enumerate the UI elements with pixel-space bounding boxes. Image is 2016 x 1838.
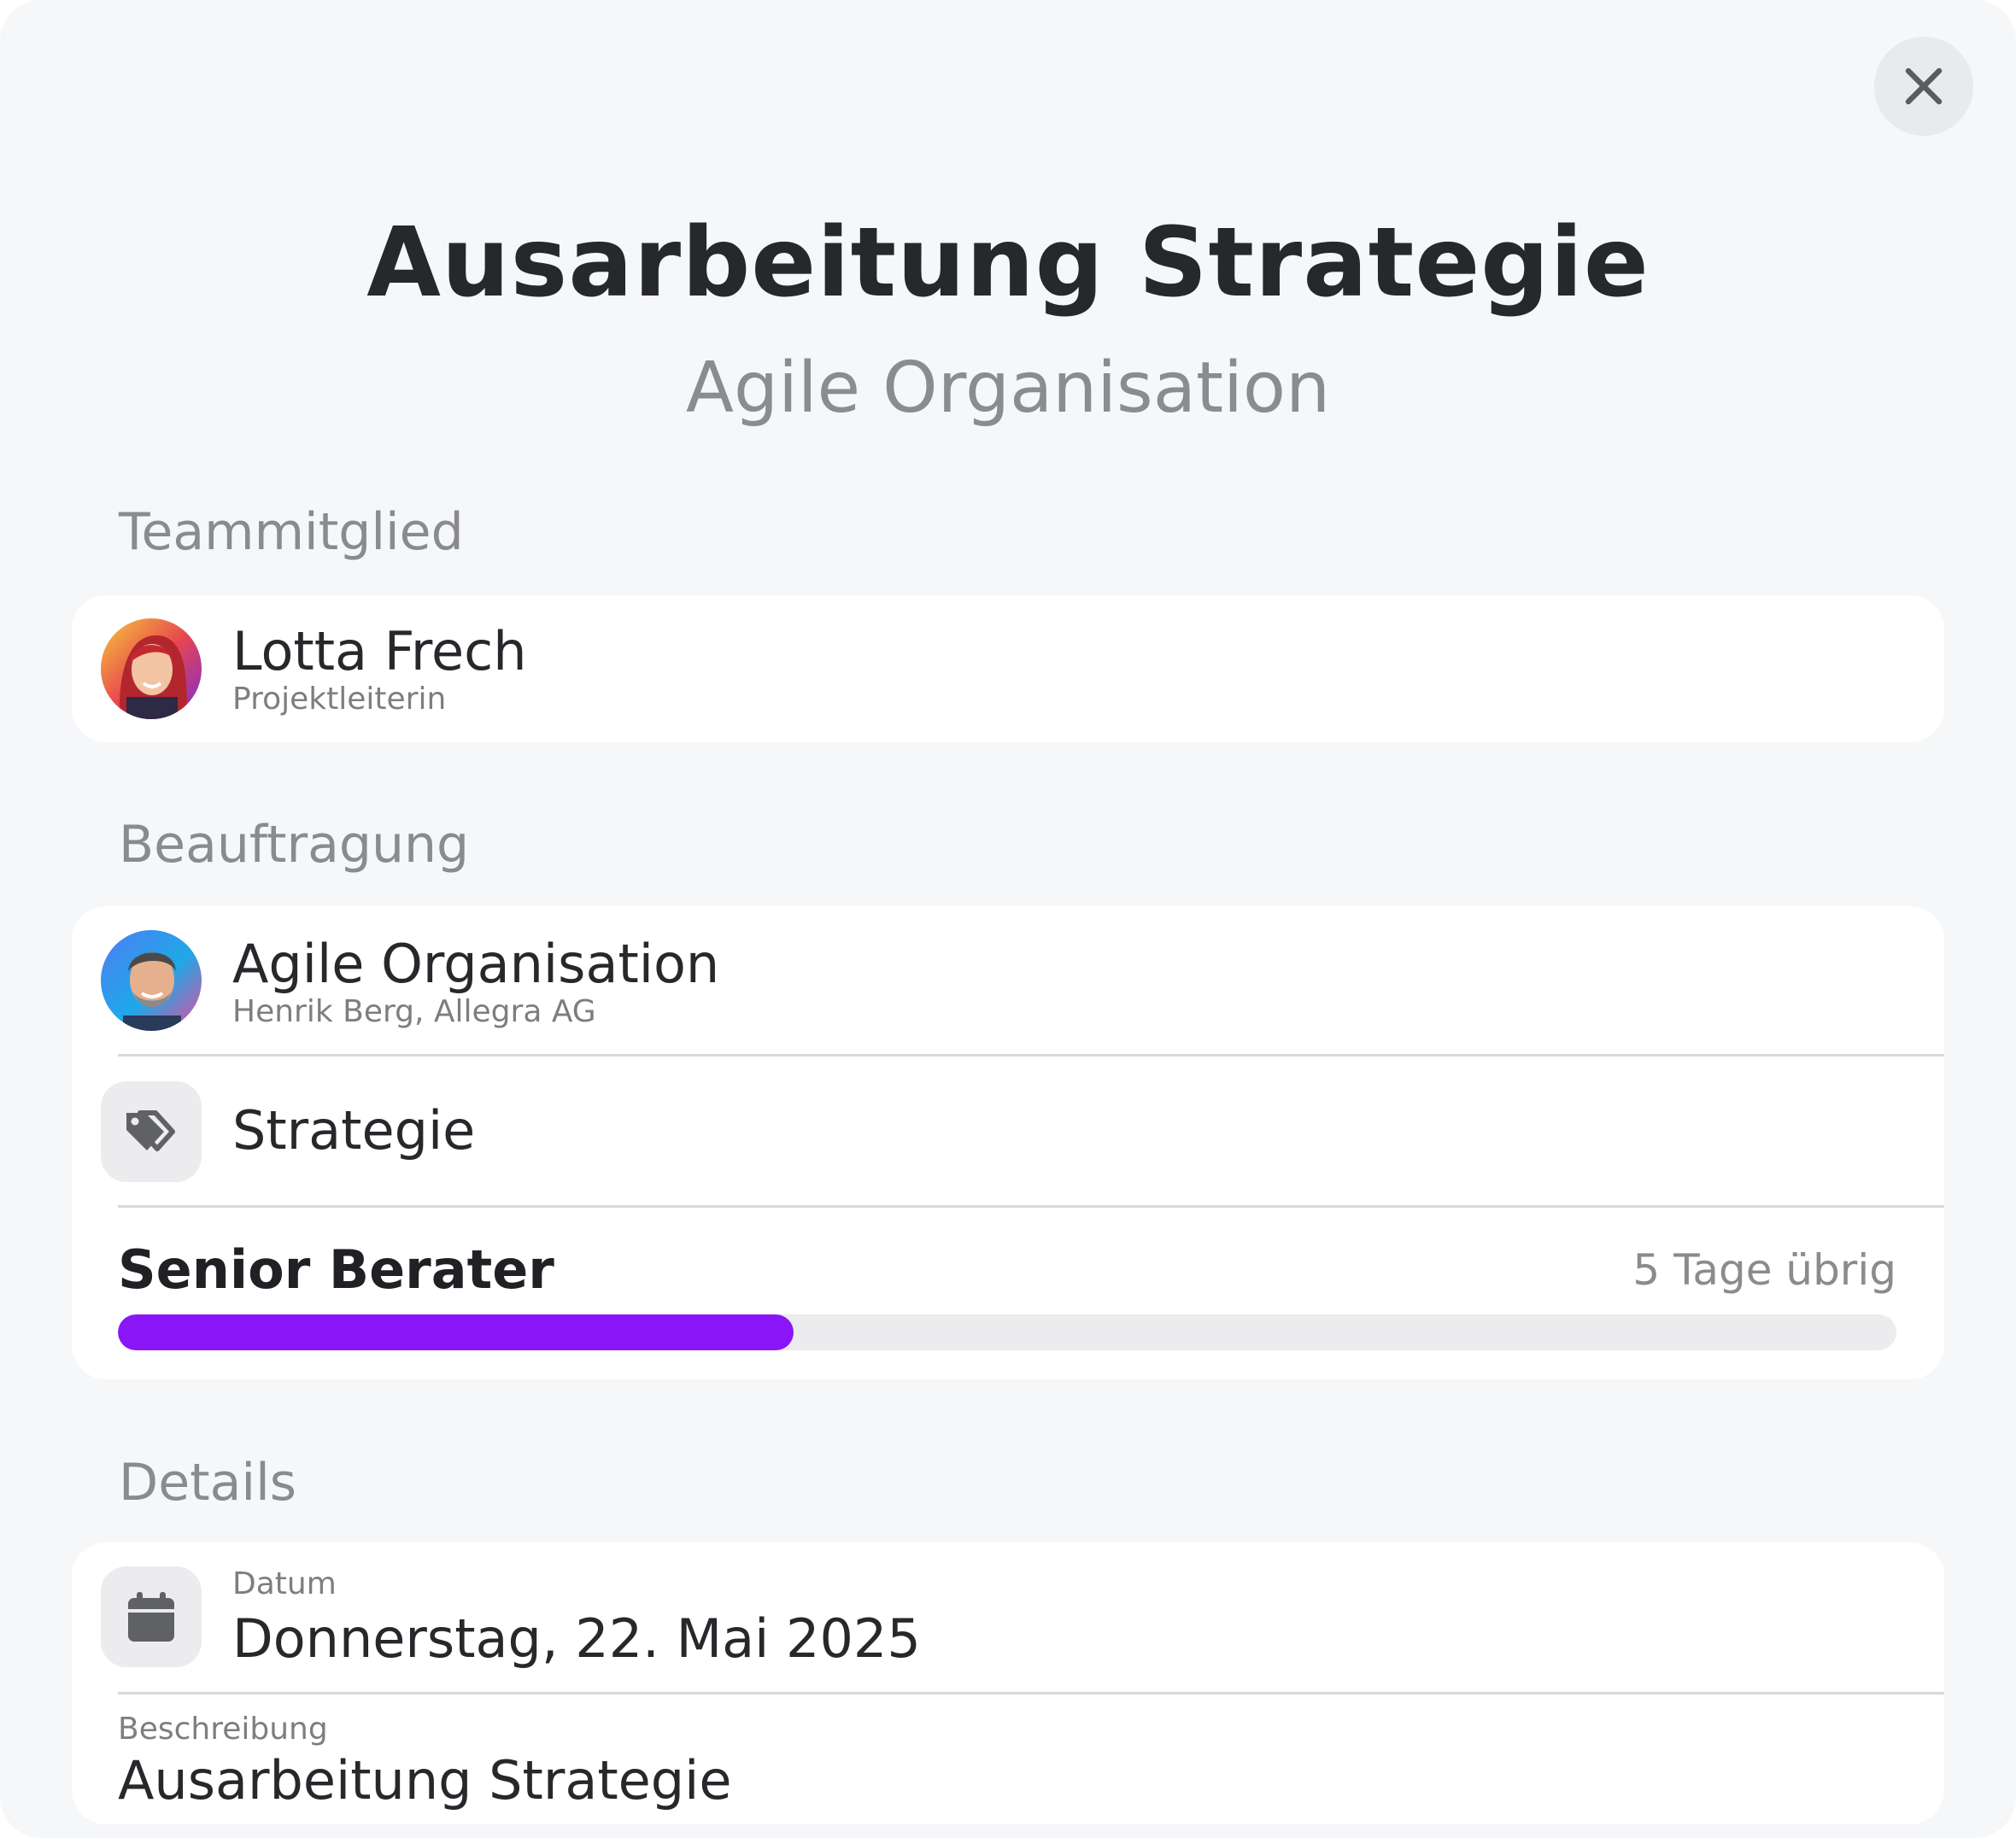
team-member-role: Projektleiterin (232, 682, 447, 717)
divider (118, 1205, 1944, 1208)
close-button[interactable] (1874, 37, 1973, 136)
section-label-assignment: Beauftragung (119, 815, 470, 875)
date-icon-tile (101, 1566, 202, 1667)
description-label: Beschreibung (118, 1712, 328, 1747)
description-value[interactable]: Ausarbeitung Strategie (118, 1749, 732, 1812)
team-member-name: Lotta Frech (232, 620, 527, 682)
close-icon (1905, 67, 1943, 105)
avatar (101, 930, 202, 1031)
project-name: Agile Organisation (232, 933, 720, 995)
date-row[interactable]: Datum Donnerstag, 22. Mai 2025 (72, 1542, 1944, 1692)
budget-progress-bar (118, 1314, 1896, 1350)
category-row[interactable]: Strategie (72, 1057, 1944, 1206)
tag-icon (126, 1110, 175, 1151)
page-title: Ausarbeitung Strategie (366, 208, 1650, 319)
category-label: Strategie (232, 1099, 476, 1162)
section-label-details: Details (119, 1453, 297, 1513)
project-client: Henrik Berg, Allegra AG (232, 994, 596, 1029)
details-card: Datum Donnerstag, 22. Mai 2025 Beschreib… (72, 1542, 1944, 1824)
budget-progress-fill (118, 1314, 794, 1350)
date-label: Datum (232, 1566, 337, 1601)
section-label-team: Teammitglied (119, 502, 464, 562)
category-icon-tile (101, 1081, 202, 1182)
team-member-card[interactable]: Lotta Frech Projektleiterin (72, 595, 1944, 742)
budget-remaining: 5 Tage übrig (1632, 1245, 1896, 1295)
calendar-icon (128, 1592, 174, 1642)
avatar (101, 618, 202, 719)
budget-role: Senior Berater (118, 1238, 554, 1301)
assignment-card: Agile Organisation Henrik Berg, Allegra … (72, 906, 1944, 1379)
divider (118, 1692, 1944, 1695)
detail-sheet: Ausarbeitung Strategie Agile Organisatio… (0, 0, 2016, 1838)
project-row[interactable]: Agile Organisation Henrik Berg, Allegra … (72, 906, 1944, 1056)
date-value: Donnerstag, 22. Mai 2025 (232, 1607, 921, 1670)
page-subtitle: Agile Organisation (685, 348, 1331, 429)
